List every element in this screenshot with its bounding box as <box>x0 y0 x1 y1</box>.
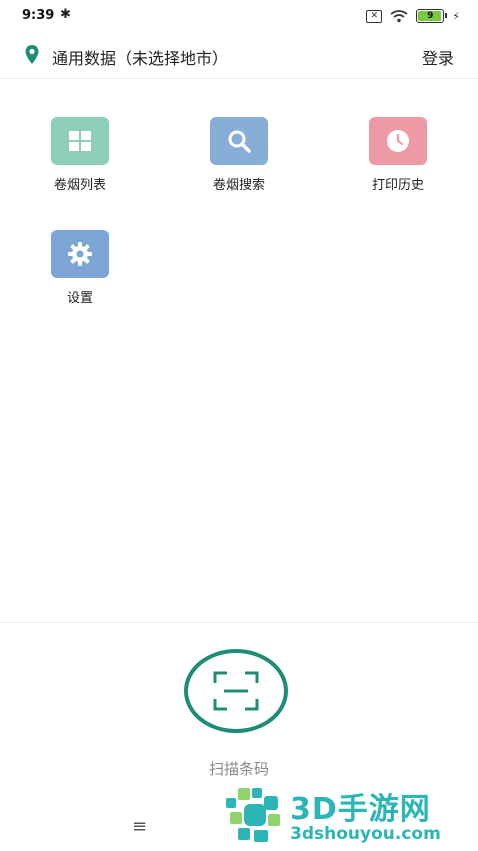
menu-item-cigarette-search[interactable]: 卷烟搜索 <box>179 117 299 193</box>
menu-item-label: 卷烟列表 <box>53 178 106 193</box>
status-icons: ✕ 9 ⚡ <box>366 9 460 23</box>
battery-icon: 9 <box>416 9 448 23</box>
watermark-title: 3D手游网 <box>290 792 431 827</box>
status-bar: 9:39 ✱ ✕ 9 ⚡ <box>0 0 478 34</box>
location-pin-icon <box>25 45 39 64</box>
charging-icon: ⚡ <box>452 9 460 23</box>
menu-item-settings[interactable]: 设置 <box>20 230 140 306</box>
scan-frame-icon <box>213 671 259 711</box>
wifi-icon <box>390 9 408 22</box>
header: 通用数据（未选择地市） 登录 <box>0 34 478 79</box>
menu-icon[interactable]: ≡ <box>132 816 147 837</box>
search-icon <box>210 117 268 165</box>
scan-label: 扫描条码 <box>208 760 269 778</box>
menu-item-label: 卷烟搜索 <box>212 178 265 193</box>
watermark: 3D手游网 3dshouyou.com <box>222 780 478 850</box>
clock-icon <box>369 117 427 165</box>
location-selector[interactable]: 通用数据（未选择地市） <box>52 45 228 69</box>
gear-icon <box>51 230 109 278</box>
battery-level: 9 <box>427 11 434 21</box>
scan-barcode-button[interactable] <box>184 649 288 733</box>
status-time: 9:39 <box>22 8 55 23</box>
watermark-url: 3dshouyou.com <box>290 824 441 844</box>
grid-icon <box>51 117 109 165</box>
bluetooth-icon: ✱ <box>60 7 71 22</box>
menu-item-label: 设置 <box>66 291 93 306</box>
menu-item-label: 打印历史 <box>371 178 424 193</box>
menu-item-cigarette-list[interactable]: 卷烟列表 <box>20 117 140 193</box>
watermark-logo-icon <box>226 788 280 842</box>
menu-item-print-history[interactable]: 打印历史 <box>338 117 458 193</box>
login-button[interactable]: 登录 <box>422 45 454 69</box>
sim-icon: ✕ <box>366 9 383 23</box>
